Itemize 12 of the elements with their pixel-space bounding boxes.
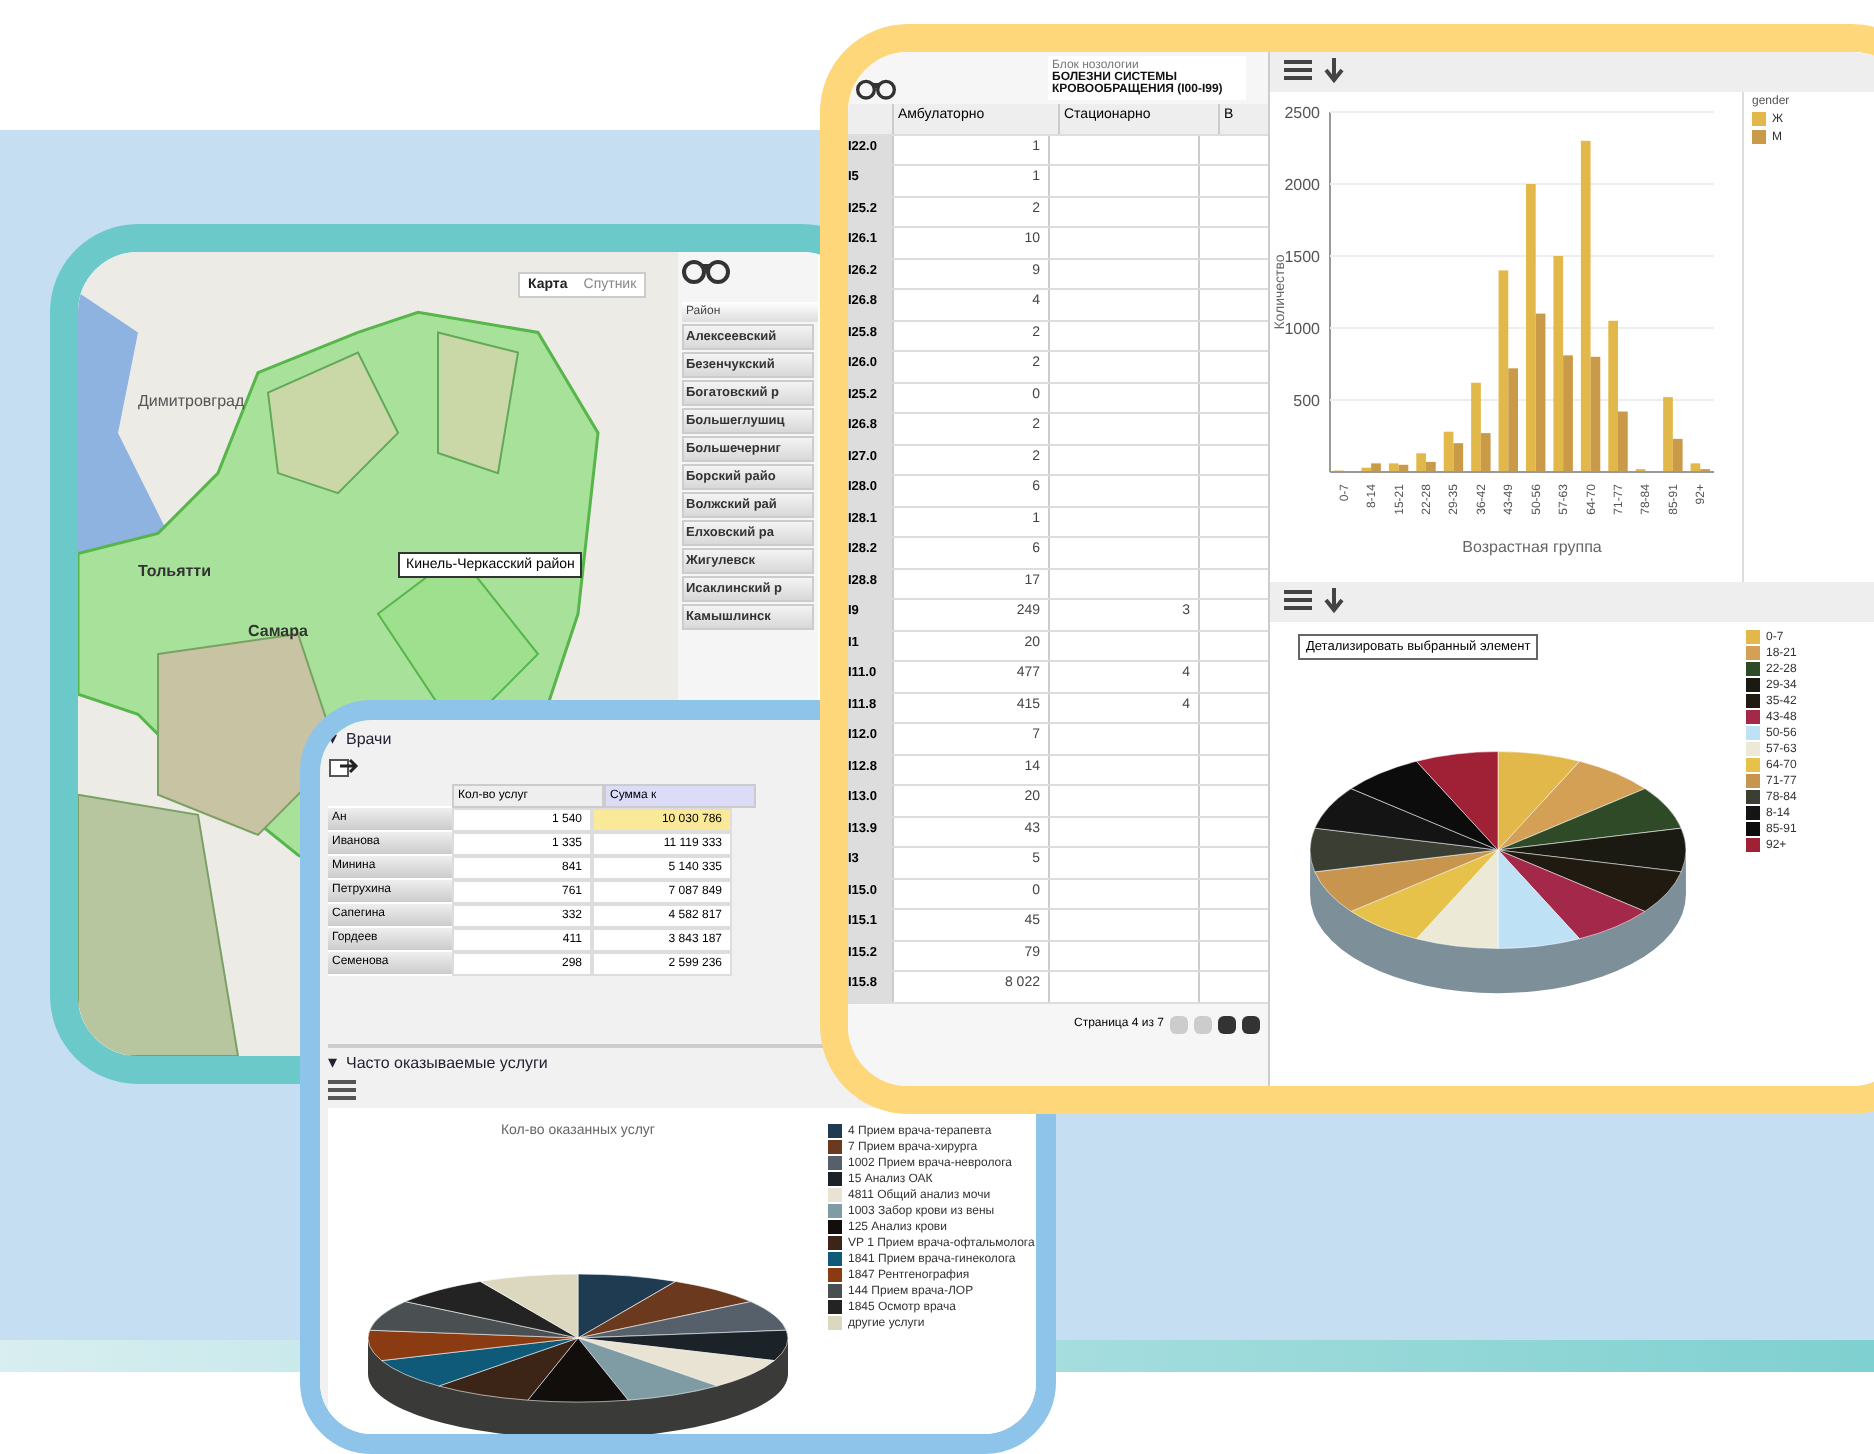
y-tick-label: 1000: [1284, 320, 1322, 338]
place-label: Тольятти: [138, 562, 211, 580]
y-tick-label: 2500: [1284, 104, 1322, 122]
y-axis: 500 1000 1500 2000 2500: [1284, 104, 1331, 473]
section-title: Врачи: [346, 729, 392, 747]
place-label: Димитровград: [138, 392, 245, 410]
y-tick-label: 500: [1293, 392, 1322, 410]
y-tick-label: 1500: [1284, 248, 1322, 266]
section-title: Часто оказываемые услуги: [346, 1053, 548, 1071]
y-tick-label: 2000: [1284, 176, 1322, 194]
place-label: Самара: [248, 622, 308, 640]
axis-title: Возрастная группа: [1462, 538, 1602, 556]
